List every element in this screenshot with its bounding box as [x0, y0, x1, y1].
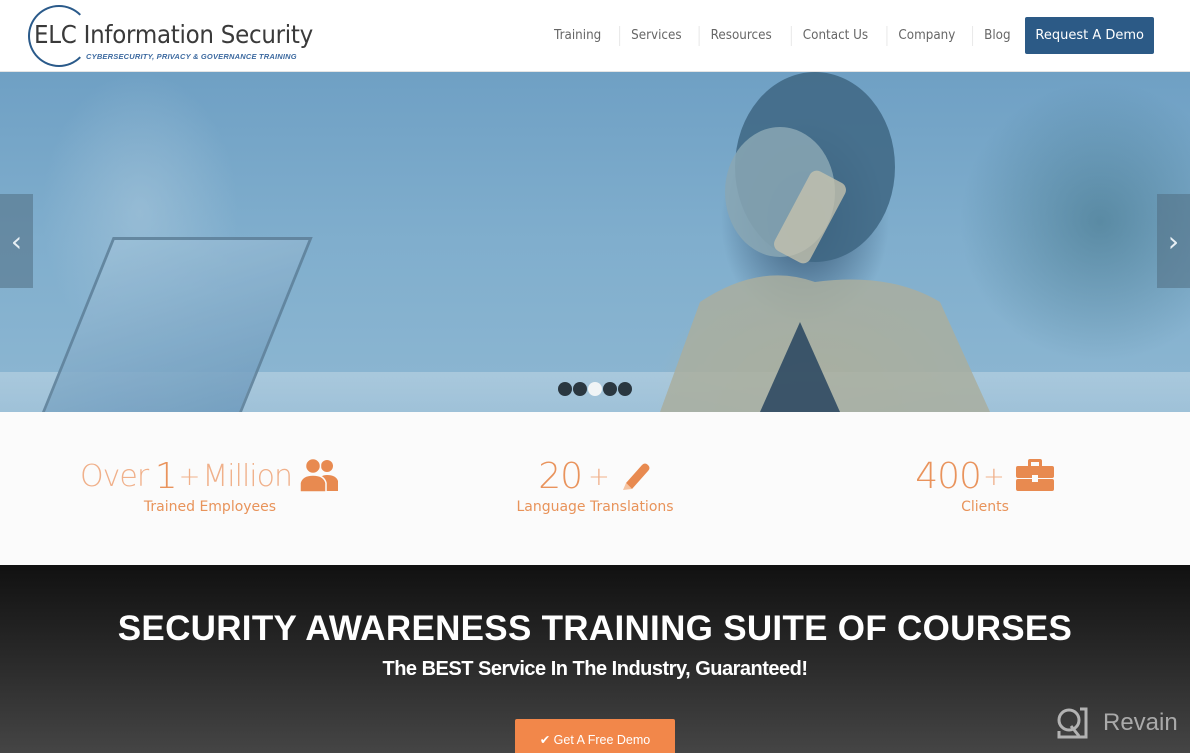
slider-dot-4[interactable]	[603, 382, 617, 396]
slider-dot-3[interactable]	[588, 382, 602, 396]
revain-logo-icon	[1057, 707, 1088, 739]
nav-training[interactable]: Training	[543, 26, 612, 46]
main-nav: Training Services Resources Contact Us C…	[540, 17, 1154, 54]
slider-dot-2[interactable]	[573, 382, 587, 396]
stat-label: Language Translations	[516, 499, 674, 515]
nav-services[interactable]: Services	[618, 25, 692, 46]
site-header: ELC Information Security CYBERSECURITY, …	[0, 0, 1190, 72]
stat-plus: +	[588, 461, 610, 492]
slider-dot-1[interactable]	[558, 382, 572, 396]
slider-dot-5[interactable]	[618, 382, 632, 396]
logo-tagline: CYBERSECURITY, PRIVACY & GOVERNANCE TRAI…	[86, 52, 297, 61]
slider-prev-button[interactable]: ‹	[0, 194, 33, 288]
revain-watermark: Revain	[1055, 706, 1178, 740]
stat-clients: 400 + Clients	[910, 456, 1060, 515]
stat-plus: +	[982, 461, 1005, 492]
chevron-right-icon: ›	[1167, 224, 1180, 258]
chevron-left-icon: ‹	[10, 224, 23, 258]
watermark-text: Revain	[1103, 709, 1178, 736]
pencil-icon	[620, 459, 652, 495]
users-icon	[299, 457, 340, 497]
nav-blog[interactable]: Blog	[971, 25, 1021, 46]
nav-company[interactable]: Company	[886, 25, 966, 46]
stat-trained-employees: Over 1 + Million Trained Employees	[80, 456, 340, 515]
hero-image-person	[660, 72, 990, 412]
request-demo-button[interactable]: Request A Demo	[1025, 17, 1154, 54]
cta-title: SECURITY AWARENESS TRAINING SUITE OF COU…	[117, 609, 1073, 648]
stat-plus: +	[178, 461, 201, 492]
slider-pagination	[558, 382, 632, 396]
stats-section: Over 1 + Million Trained Employees 20 +	[0, 412, 1190, 565]
briefcase-icon	[1015, 458, 1055, 496]
stat-number: 20	[538, 456, 583, 497]
stat-number: 400	[915, 456, 982, 497]
stat-language-translations: 20 + Language Translations	[510, 456, 680, 515]
cta-section: SECURITY AWARENESS TRAINING SUITE OF COU…	[0, 565, 1190, 753]
logo-title: ELC Information Security	[34, 20, 313, 49]
stat-tail: Million	[202, 459, 293, 494]
nav-resources[interactable]: Resources	[699, 25, 783, 46]
stat-label: Clients	[961, 499, 1009, 515]
stat-label: Trained Employees	[143, 499, 277, 515]
logo[interactable]: ELC Information Security CYBERSECURITY, …	[28, 5, 313, 67]
stat-number: 1	[154, 456, 178, 497]
hero-slider: ‹ ›	[0, 72, 1190, 412]
stat-prefix: Over	[80, 459, 149, 494]
nav-contact-us[interactable]: Contact Us	[790, 25, 879, 46]
slider-next-button[interactable]: ›	[1157, 194, 1190, 288]
get-free-demo-button[interactable]: ✔ Get A Free Demo	[515, 719, 675, 753]
cta-subtitle: The BEST Service In The Industry, Guaran…	[382, 658, 808, 680]
